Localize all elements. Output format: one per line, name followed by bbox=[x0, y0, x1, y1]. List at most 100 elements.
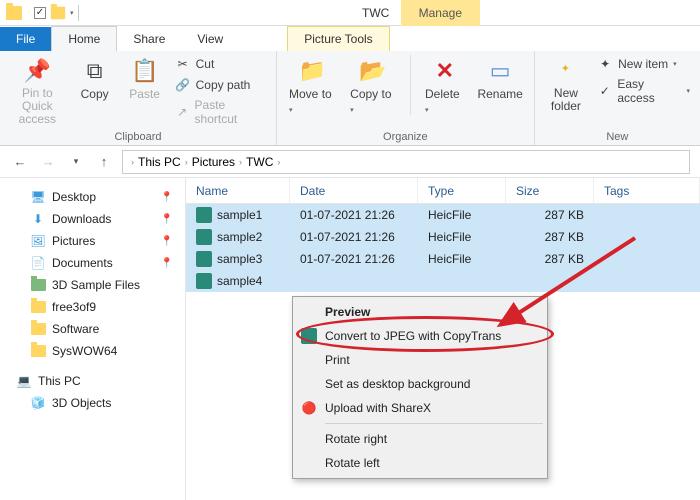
nav-back-button[interactable]: ← bbox=[10, 152, 30, 172]
crumb-this-pc[interactable]: This PC bbox=[138, 155, 181, 169]
col-type[interactable]: Type bbox=[418, 178, 506, 203]
contextual-tab-group: Manage bbox=[401, 0, 480, 26]
crumb-pictures[interactable]: Pictures bbox=[192, 155, 235, 169]
sidebar-item-desktop[interactable]: 🖥Desktop📍 bbox=[6, 186, 179, 208]
new-item-button[interactable]: ✦New item ▾ bbox=[595, 55, 692, 73]
paste-button[interactable]: 📋 Paste bbox=[123, 55, 167, 103]
new-folder-icon: ✦ bbox=[552, 57, 580, 85]
sidebar-item-downloads[interactable]: ⬇Downloads📍 bbox=[6, 208, 179, 230]
ctx-upload-sharex[interactable]: 🔴Upload with ShareX bbox=[295, 396, 545, 420]
heic-file-icon bbox=[196, 229, 212, 245]
move-to-button[interactable]: 📁 Move to ▾ bbox=[285, 55, 340, 117]
label: Rename bbox=[477, 87, 522, 101]
pin-to-quick-access-button[interactable]: 📌 Pin to Quick access bbox=[8, 55, 67, 129]
folder-icon bbox=[6, 6, 22, 20]
col-date[interactable]: Date bbox=[290, 178, 418, 203]
documents-icon: 📄 bbox=[30, 255, 46, 271]
delete-icon: ✕ bbox=[431, 57, 459, 85]
ribbon-group-organize: 📁 Move to ▾ 📂 Copy to ▾ ✕ Delete ▾ ▭ Ren… bbox=[277, 51, 535, 145]
paste-shortcut-button[interactable]: ↗ Paste shortcut bbox=[173, 97, 268, 127]
label: 3D Objects bbox=[52, 396, 111, 410]
rename-icon: ▭ bbox=[486, 57, 514, 85]
navigation-pane: 🖥Desktop📍 ⬇Downloads📍 🖼Pictures📍 📄Docume… bbox=[0, 178, 185, 500]
file-size: 287 KB bbox=[506, 230, 594, 244]
label: Paste bbox=[129, 87, 160, 101]
file-row[interactable]: sample2 01-07-2021 21:26 HeicFile 287 KB bbox=[186, 226, 700, 248]
file-row[interactable]: sample1 01-07-2021 21:26 HeicFile 287 KB bbox=[186, 204, 700, 226]
ctx-set-desktop-background[interactable]: Set as desktop background bbox=[295, 372, 545, 396]
label: Cut bbox=[196, 57, 215, 71]
tab-picture-tools[interactable]: Picture Tools bbox=[287, 26, 389, 51]
copy-button[interactable]: ⧉ Copy bbox=[73, 55, 117, 103]
ctx-preview[interactable]: Preview bbox=[295, 300, 545, 324]
col-size[interactable]: Size bbox=[506, 178, 594, 203]
rename-button[interactable]: ▭ Rename bbox=[475, 55, 526, 103]
easy-access-button[interactable]: ✓Easy access ▾ bbox=[595, 76, 692, 106]
file-type: HeicFile bbox=[418, 230, 506, 244]
chevron-right-icon[interactable]: › bbox=[185, 157, 188, 167]
folder-icon bbox=[30, 277, 46, 293]
nav-forward-button[interactable]: → bbox=[38, 152, 58, 172]
chevron-right-icon[interactable]: › bbox=[277, 157, 280, 167]
scissors-icon: ✂ bbox=[175, 56, 191, 72]
move-icon: 📁 bbox=[299, 57, 327, 85]
tab-share[interactable]: Share bbox=[117, 27, 181, 51]
pin-icon: 📍 bbox=[161, 258, 173, 269]
new-folder-button[interactable]: ✦ New folder bbox=[543, 55, 589, 115]
label: Upload with ShareX bbox=[325, 401, 431, 415]
tab-view[interactable]: View bbox=[181, 27, 239, 51]
tab-home[interactable]: Home bbox=[51, 26, 117, 51]
ribbon-tabs: File Home Share View Picture Tools bbox=[0, 26, 700, 51]
ctx-convert-copytrans[interactable]: Convert to JPEG with CopyTrans bbox=[295, 324, 545, 348]
label: Paste shortcut bbox=[195, 98, 266, 126]
chevron-right-icon[interactable]: › bbox=[131, 157, 134, 167]
ctx-print[interactable]: Print bbox=[295, 348, 545, 372]
nav-up-button[interactable]: ↑ bbox=[94, 152, 114, 172]
col-name[interactable]: Name bbox=[186, 178, 290, 203]
dropdown-caret[interactable]: ▾ bbox=[70, 9, 74, 17]
title-bar: ▾ Manage TWC bbox=[0, 0, 700, 26]
col-tags[interactable]: Tags bbox=[594, 178, 700, 203]
sidebar-item-3d-sample-files[interactable]: 3D Sample Files bbox=[6, 274, 179, 296]
label: Pictures bbox=[52, 234, 95, 248]
shortcut-icon: ↗ bbox=[175, 104, 190, 120]
separator bbox=[78, 5, 79, 21]
sidebar-item-software[interactable]: Software bbox=[6, 318, 179, 340]
sidebar-item-3d-objects[interactable]: 🧊3D Objects bbox=[6, 392, 179, 414]
label: Rotate left bbox=[325, 456, 380, 470]
group-label: Clipboard bbox=[8, 129, 268, 143]
label: Preview bbox=[325, 305, 370, 319]
context-menu: Preview Convert to JPEG with CopyTrans P… bbox=[292, 296, 548, 479]
address-bar[interactable]: › This PC › Pictures › TWC › bbox=[122, 150, 690, 174]
file-row[interactable]: sample3 01-07-2021 21:26 HeicFile 287 KB bbox=[186, 248, 700, 270]
pin-icon: 📍 bbox=[161, 214, 173, 225]
copy-to-icon: 📂 bbox=[359, 57, 387, 85]
chevron-right-icon[interactable]: › bbox=[239, 157, 242, 167]
file-name: sample2 bbox=[217, 230, 262, 244]
file-rows: sample1 01-07-2021 21:26 HeicFile 287 KB… bbox=[186, 204, 700, 292]
pictures-icon: 🖼 bbox=[30, 233, 46, 249]
nav-recent-dropdown[interactable]: ▾ bbox=[66, 152, 86, 172]
ctx-rotate-left[interactable]: Rotate left bbox=[295, 451, 545, 475]
sidebar-item-documents[interactable]: 📄Documents📍 bbox=[6, 252, 179, 274]
copy-to-button[interactable]: 📂 Copy to ▾ bbox=[346, 55, 400, 117]
cut-button[interactable]: ✂ Cut bbox=[173, 55, 268, 73]
sidebar-item-free3of9[interactable]: free3of9 bbox=[6, 296, 179, 318]
copy-path-button[interactable]: 🔗Copy path bbox=[173, 76, 268, 94]
ctx-rotate-right[interactable]: Rotate right bbox=[295, 427, 545, 451]
label: Downloads bbox=[52, 212, 111, 226]
sidebar-item-this-pc[interactable]: ⌄💻This PC bbox=[6, 370, 179, 392]
sidebar-item-pictures[interactable]: 🖼Pictures📍 bbox=[6, 230, 179, 252]
caret-icon[interactable]: ⌄ bbox=[16, 376, 24, 387]
label: Pin to Quick access bbox=[10, 87, 64, 127]
label: Desktop bbox=[52, 190, 96, 204]
delete-button[interactable]: ✕ Delete ▾ bbox=[421, 55, 469, 117]
qat-checkbox-properties[interactable] bbox=[34, 7, 46, 19]
file-row[interactable]: sample4 bbox=[186, 270, 700, 292]
crumb-twc[interactable]: TWC bbox=[246, 155, 273, 169]
label: Delete ▾ bbox=[425, 87, 465, 115]
sidebar-item-syswow64[interactable]: SysWOW64 bbox=[6, 340, 179, 362]
tab-file[interactable]: File bbox=[0, 27, 51, 51]
copytrans-icon bbox=[301, 328, 317, 344]
group-label: Organize bbox=[285, 129, 526, 143]
